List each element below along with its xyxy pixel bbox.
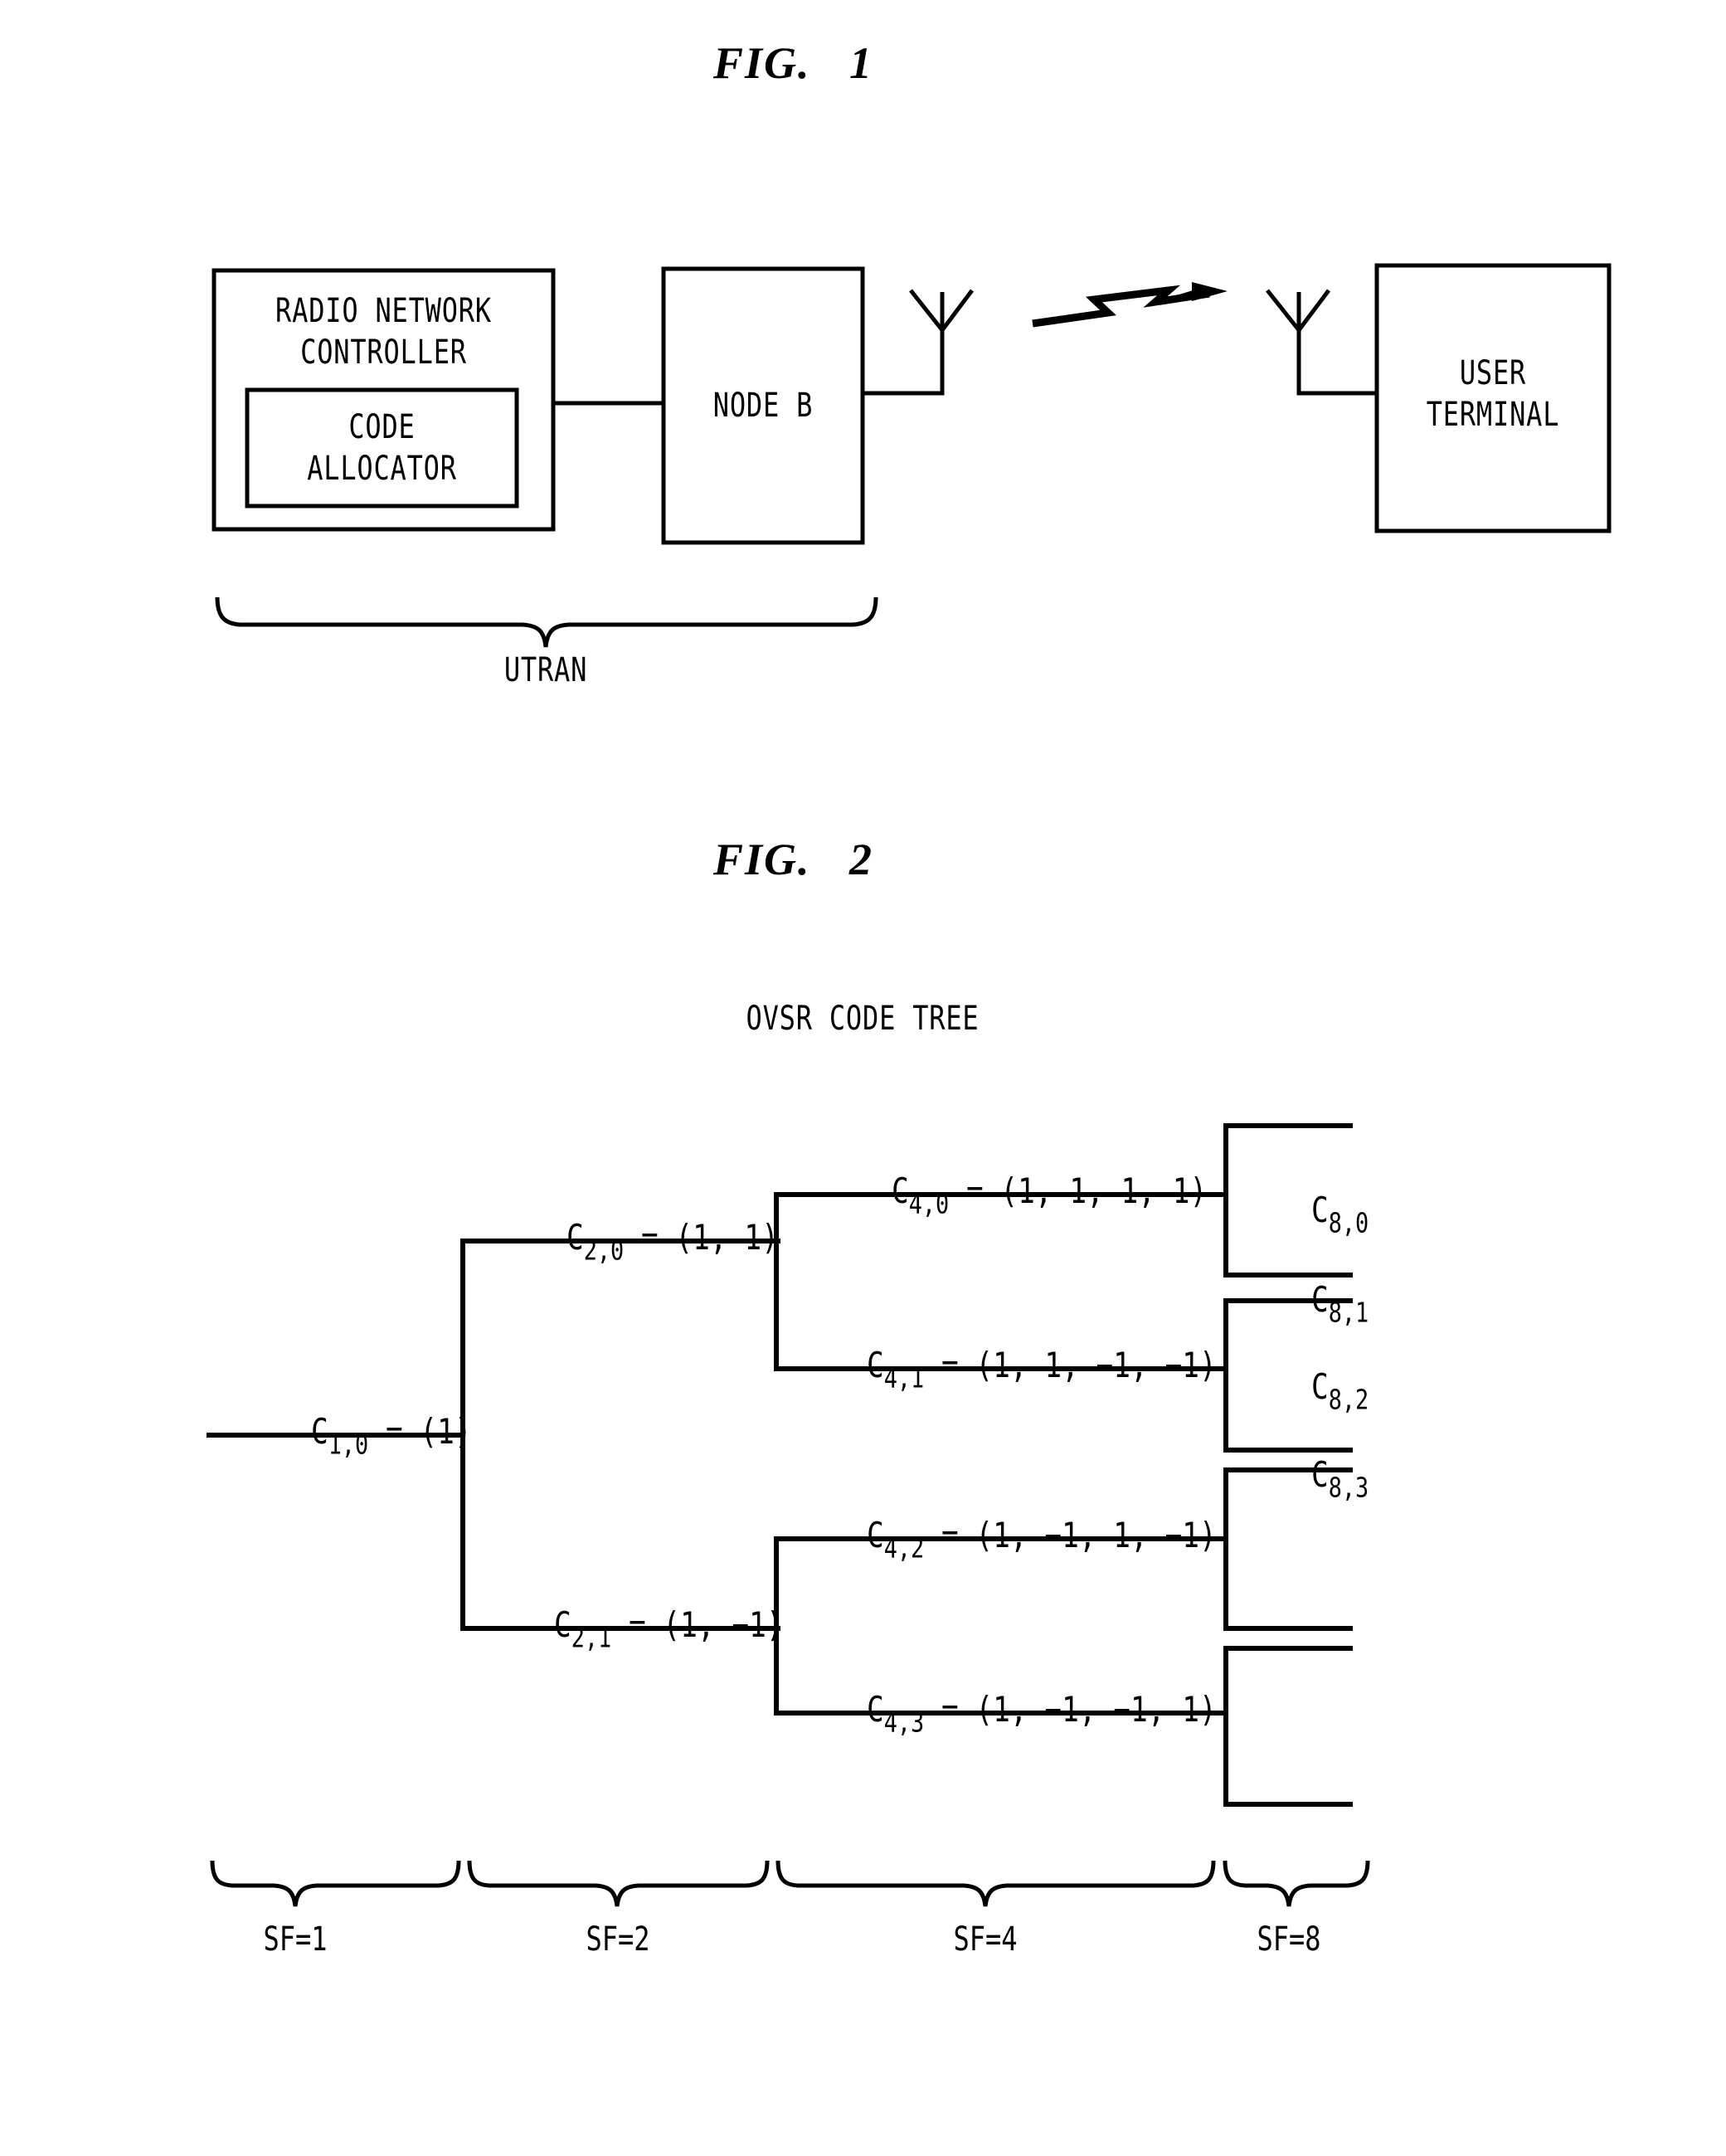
code-label-c4-2: C4,2 = (1, −1, 1, −1) xyxy=(798,1474,1217,1604)
code-label-c8-2-sub: 8,2 xyxy=(1328,1384,1369,1416)
brace-sf4 xyxy=(775,1860,1216,1907)
code-label-c4-2-sub: 4,2 xyxy=(883,1532,925,1565)
code-label-c4-0-text: C xyxy=(891,1170,909,1211)
code-label-c2-0-value: = (1, 1) xyxy=(640,1217,779,1258)
brace-sf8 xyxy=(1223,1860,1370,1907)
brace-sf2 xyxy=(467,1860,770,1907)
code-label-c8-1-text: C xyxy=(1310,1279,1329,1320)
code-label-c1-0-sub: 1,0 xyxy=(328,1428,369,1461)
code-label-c4-1-value: = (1, 1, −1, −1) xyxy=(941,1345,1217,1385)
code-label-c4-0-value: = (1, 1, 1, 1) xyxy=(965,1170,1208,1211)
code-label-c2-0-text: C xyxy=(566,1217,584,1258)
code-label-c4-3-value: = (1, −1, −1, 1) xyxy=(941,1689,1217,1730)
code-label-c2-1-sub: 2,1 xyxy=(571,1622,612,1654)
code-label-c8-0-sub: 8,0 xyxy=(1328,1207,1369,1239)
sf-label-1: SF=1 xyxy=(263,1920,328,1959)
code-label-c4-1-sub: 4,1 xyxy=(883,1362,925,1394)
code-label-c4-1-text: C xyxy=(866,1345,884,1385)
code-label-c4-3-sub: 4,3 xyxy=(883,1706,925,1739)
code-label-c2-0: C2,0 = (1, 1) xyxy=(498,1176,779,1307)
code-label-c4-0: C4,0 = (1, 1, 1, 1) xyxy=(823,1130,1207,1260)
code-label-c2-0-sub: 2,0 xyxy=(583,1234,625,1267)
code-label-c2-1: C2,1 = (1, −1) xyxy=(485,1564,784,1694)
code-label-c8-2-text: C xyxy=(1310,1366,1329,1407)
code-label-c8-1-sub: 8,1 xyxy=(1328,1297,1369,1329)
code-label-c4-3-text: C xyxy=(866,1689,884,1730)
code-label-c1-0: C1,0 = (1) xyxy=(242,1370,472,1501)
code-label-c2-1-value: = (1, −1) xyxy=(628,1604,784,1645)
code-label-c1-0-text: C xyxy=(310,1411,328,1452)
code-label-c8-3-text: C xyxy=(1310,1454,1329,1495)
sf-label-8: SF=8 xyxy=(1257,1920,1321,1959)
code-label-c8-3-sub: 8,3 xyxy=(1328,1472,1369,1504)
code-label-c8-0-text: C xyxy=(1310,1190,1329,1230)
code-label-c4-2-text: C xyxy=(866,1515,884,1555)
code-label-c4-3: C4,3 = (1, −1, −1, 1) xyxy=(798,1648,1217,1779)
code-label-c2-1-text: C xyxy=(553,1604,571,1645)
figure-2-code-tree-drawing xyxy=(207,1123,1370,1907)
code-label-c4-1: C4,1 = (1, 1, −1, −1) xyxy=(798,1304,1217,1434)
sf-label-4: SF=4 xyxy=(953,1920,1018,1959)
code-label-c8-3: C8,3 xyxy=(1242,1414,1369,1544)
brace-sf1 xyxy=(210,1860,461,1907)
code-label-c4-2-value: = (1, −1, 1, −1) xyxy=(941,1515,1217,1555)
sf-label-2: SF=2 xyxy=(586,1920,650,1959)
code-label-c4-0-sub: 4,0 xyxy=(908,1188,950,1220)
patent-figure-page: FIG. 1 RADIO NETWORK CONTROLLER CODE ALL… xyxy=(0,0,1726,2156)
code-label-c1-0-value: = (1) xyxy=(385,1411,472,1452)
